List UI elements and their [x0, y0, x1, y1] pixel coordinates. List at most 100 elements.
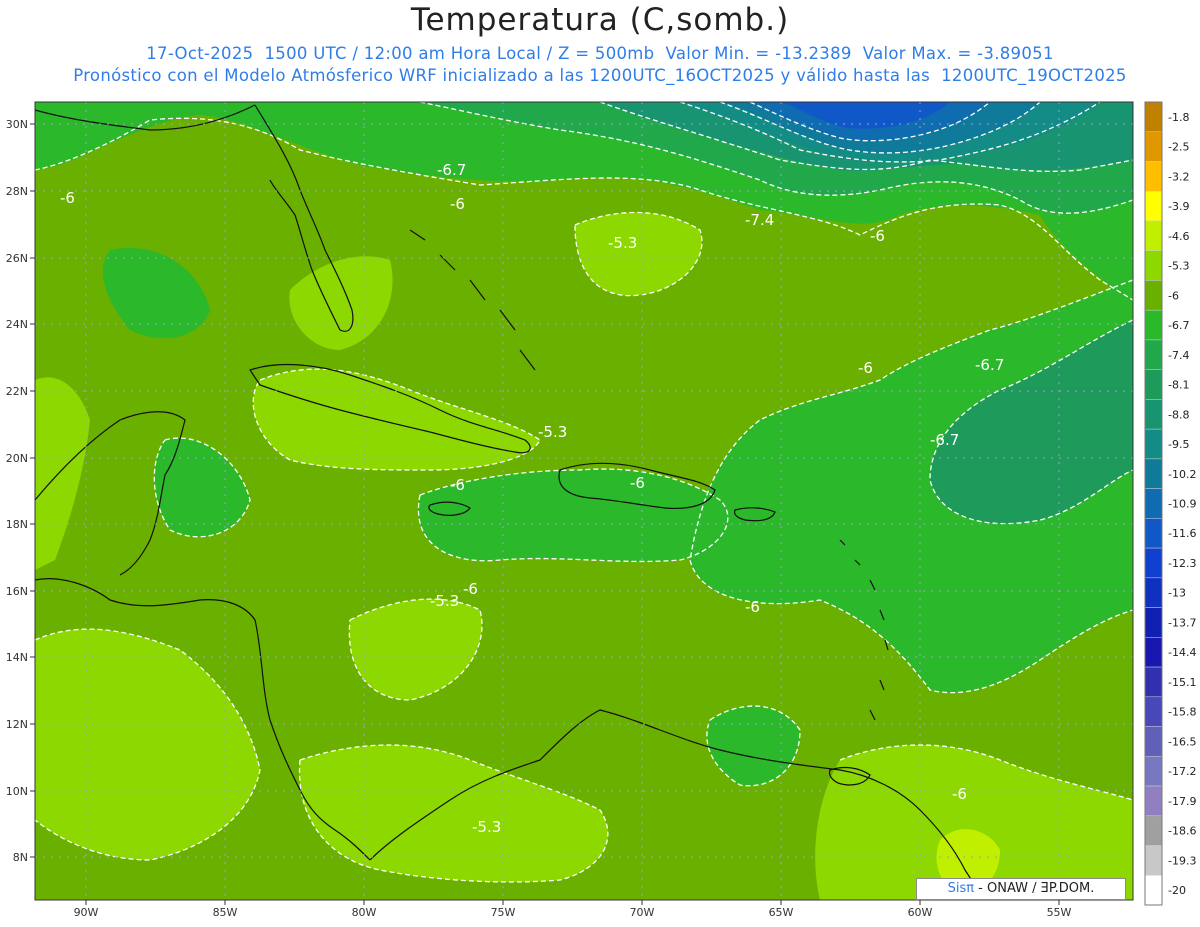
colorbar-swatch	[1144, 637, 1163, 668]
colorbar-label: -7.4	[1168, 349, 1189, 362]
colorbar-label: -17.2	[1168, 765, 1196, 778]
colorbar-swatch	[1144, 339, 1163, 370]
contour-label: -6.7	[437, 161, 466, 179]
colorbar-swatch	[1144, 369, 1163, 400]
contour-label: -5.3	[472, 818, 501, 836]
lat-label: 20N	[6, 452, 28, 465]
lon-label: 80W	[352, 906, 377, 919]
colorbar-swatch	[1144, 815, 1163, 846]
colorbar-swatch	[1144, 161, 1163, 192]
lon-label: 85W	[213, 906, 238, 919]
colorbar-label: -15.1	[1168, 676, 1196, 689]
colorbar-swatch	[1144, 666, 1163, 698]
colorbar-label: -11.6	[1168, 527, 1196, 540]
colorbar-label: -2.5	[1168, 141, 1189, 154]
colorbar-swatch	[1144, 458, 1163, 489]
colorbar-swatch	[1144, 696, 1163, 727]
lon-label: 55W	[1047, 906, 1072, 919]
longitude-labels: 90W 85W 80W 75W 70W 65W 60W 55W	[74, 906, 1072, 919]
colorbar-label: -9.5	[1168, 438, 1189, 451]
colorbar-label: -20	[1168, 884, 1186, 897]
colorbar-label: -18.6	[1168, 825, 1196, 838]
logo-brand: Sisπ	[947, 881, 975, 896]
credits-logo: Sisπ - ONAW / ƎP.DOM.	[916, 878, 1126, 900]
colorbar-swatch	[1144, 845, 1163, 876]
colorbar-swatch	[1144, 488, 1163, 519]
map-figure: -6.7 -6 -7.4 -6 -5.3 -6 -6.7 -6 -6.7 -5.…	[6, 101, 1196, 919]
colorbar-label: -15.8	[1168, 706, 1196, 719]
contour-label: -6	[450, 476, 465, 494]
colorbar-label: -5.3	[1168, 260, 1189, 273]
lat-label: 26N	[6, 252, 28, 265]
contour-label: -6	[630, 474, 645, 492]
contour-label: -6	[60, 189, 75, 207]
colorbar-swatch	[1144, 220, 1163, 251]
colorbar-label: -17.9	[1168, 795, 1196, 808]
colorbar-swatch	[1144, 250, 1163, 281]
colorbar-swatch	[1144, 399, 1163, 430]
lon-label: 60W	[908, 906, 933, 919]
colorbar-swatch	[1144, 190, 1163, 222]
colorbar-label: -13	[1168, 587, 1186, 600]
colorbar: -1.8 -2.5 -3.2 -3.9 -4.6 -5.3 -6 -6.7 -7.4 -8.1 -8…	[1144, 101, 1196, 906]
contour-label: -6	[745, 598, 760, 616]
colorbar-label: -8.8	[1168, 408, 1189, 421]
contour-label: -5.3	[538, 423, 567, 441]
colorbar-label: -6	[1168, 289, 1179, 302]
contour-label: -6.7	[930, 431, 959, 449]
lon-label: 75W	[491, 906, 516, 919]
colorbar-swatch	[1144, 131, 1163, 162]
lat-label: 24N	[6, 318, 28, 331]
colorbar-swatch	[1144, 101, 1163, 132]
contour-label: -6.7	[975, 356, 1004, 374]
colorbar-swatch	[1144, 280, 1163, 311]
colorbar-label: -3.9	[1168, 200, 1189, 213]
colorbar-label: -14.4	[1168, 646, 1196, 659]
colorbar-swatch	[1144, 875, 1163, 906]
colorbar-label: -12.3	[1168, 557, 1196, 570]
contour-label: -6	[858, 359, 873, 377]
colorbar-swatch	[1144, 428, 1163, 460]
lat-label: 10N	[6, 785, 28, 798]
colorbar-label: -13.7	[1168, 616, 1196, 629]
colorbar-swatch	[1144, 518, 1163, 549]
lon-label: 65W	[769, 906, 794, 919]
latitude-ticks	[30, 123, 35, 858]
lat-label: 14N	[6, 651, 28, 664]
lon-label: 90W	[74, 906, 99, 919]
colorbar-swatch	[1144, 309, 1163, 341]
lat-label: 16N	[6, 585, 28, 598]
lon-label: 70W	[630, 906, 655, 919]
colorbar-swatch	[1144, 547, 1163, 579]
colorbar-label: -8.1	[1168, 379, 1189, 392]
colorbar-swatch	[1144, 577, 1163, 608]
colorbar-swatch	[1144, 607, 1163, 638]
lat-label: 28N	[6, 185, 28, 198]
contour-label: -6	[463, 580, 478, 598]
colorbar-label: -10.9	[1168, 498, 1196, 511]
colorbar-swatch	[1144, 726, 1163, 757]
lat-label: 12N	[6, 718, 28, 731]
colorbar-label: -19.3	[1168, 854, 1196, 867]
contour-label: -7.4	[745, 211, 774, 229]
contour-label: -5.3	[430, 592, 459, 610]
colorbar-label: -4.6	[1168, 230, 1189, 243]
contour-label: -5.3	[608, 234, 637, 252]
contour-label: -6	[450, 195, 465, 213]
colorbar-label: -3.2	[1168, 170, 1189, 183]
logo-text: - ONAW / ƎP.DOM.	[974, 881, 1095, 896]
colorbar-label: -10.2	[1168, 468, 1196, 481]
longitude-ticks	[85, 900, 1060, 905]
lat-label: 18N	[6, 518, 28, 531]
colorbar-label: -1.8	[1168, 111, 1189, 124]
contour-label: -6	[870, 227, 885, 245]
contour-label: -6	[952, 785, 967, 803]
colorbar-swatch	[1144, 756, 1163, 787]
lat-label: 22N	[6, 385, 28, 398]
lat-label: 30N	[6, 118, 28, 131]
colorbar-label: -16.5	[1168, 735, 1196, 748]
latitude-labels: 30N 28N 26N 24N 22N 20N 18N 16N 14N 12N …	[6, 118, 28, 864]
colorbar-swatch	[1144, 785, 1163, 817]
lat-label: 8N	[13, 851, 28, 864]
colorbar-label: -6.7	[1168, 319, 1189, 332]
